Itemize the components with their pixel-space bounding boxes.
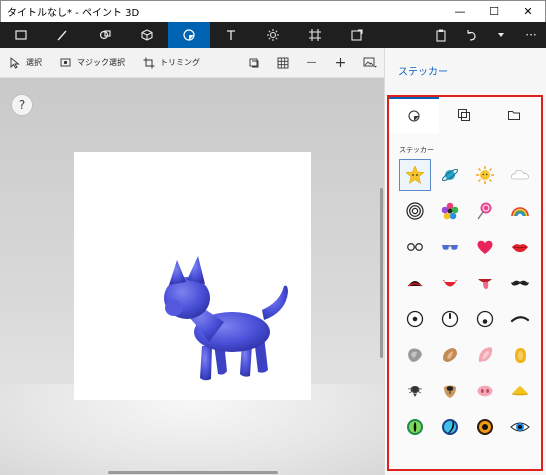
- crop-label: トリミング: [160, 58, 200, 67]
- canvas-icon[interactable]: [294, 22, 336, 48]
- eyebrow-sticker[interactable]: [504, 303, 536, 335]
- paste-icon[interactable]: [426, 22, 456, 48]
- panel-title: ステッカー: [398, 67, 448, 78]
- eye-look-down-sticker[interactable]: [469, 303, 501, 335]
- cloud-face-sticker[interactable]: [504, 159, 536, 191]
- more-button[interactable]: ···: [516, 22, 546, 48]
- text-icon[interactable]: [210, 22, 252, 48]
- magic-select-button[interactable]: マジック選択: [51, 48, 134, 78]
- grin-mouth-sticker[interactable]: [434, 267, 466, 299]
- stickers-tab-icon[interactable]: [389, 97, 439, 133]
- main-toolbar: ···: [0, 22, 546, 48]
- category-label: ステッカー: [399, 146, 434, 154]
- stickers-icon[interactable]: [168, 22, 210, 48]
- stickers-highlight-box: ステッカー: [387, 95, 543, 471]
- canvas-paper[interactable]: [74, 152, 311, 400]
- workspace[interactable]: ?: [0, 78, 384, 475]
- 3d-library-icon[interactable]: [336, 22, 378, 48]
- zoom-out-button[interactable]: —: [297, 48, 326, 78]
- 2d-shapes-icon[interactable]: [84, 22, 126, 48]
- brushes-icon[interactable]: [42, 22, 84, 48]
- magic-select-label: マジック選択: [77, 58, 125, 67]
- eye-look-up-sticker[interactable]: [434, 303, 466, 335]
- lollipop-sticker[interactable]: [469, 195, 501, 227]
- bee-nose-sticker[interactable]: [399, 375, 431, 407]
- dark-eye-sticker[interactable]: [504, 411, 536, 443]
- select-label: 選択: [26, 58, 42, 67]
- planet-sticker[interactable]: [434, 159, 466, 191]
- blue-cat-model[interactable]: [74, 152, 311, 400]
- crop-button[interactable]: トリミング: [134, 48, 209, 78]
- glasses-sticker[interactable]: [399, 231, 431, 263]
- select-button[interactable]: 選択: [0, 48, 51, 78]
- view-3d-icon[interactable]: [239, 48, 268, 78]
- green-cat-eye-sticker[interactable]: [399, 411, 431, 443]
- magic-select-icon: [60, 58, 71, 66]
- crop-icon: [143, 57, 155, 68]
- blue-cat-eye-sticker[interactable]: [434, 411, 466, 443]
- sub-toolbar: 選択 マジック選択 トリミング — +: [0, 48, 384, 78]
- close-button[interactable]: ✕: [511, 1, 545, 23]
- grid-icon[interactable]: [268, 48, 297, 78]
- dog-nose-sticker[interactable]: [434, 375, 466, 407]
- sticker-grid: [399, 159, 535, 443]
- eye-dot-sticker[interactable]: [399, 303, 431, 335]
- help-button[interactable]: ?: [11, 94, 33, 116]
- effects-icon[interactable]: [252, 22, 294, 48]
- menu-icon[interactable]: [0, 22, 42, 48]
- brown-ear-sticker[interactable]: [434, 339, 466, 371]
- pink-ear-sticker[interactable]: [469, 339, 501, 371]
- maximize-button[interactable]: ☐: [477, 1, 511, 23]
- horizontal-scrollbar[interactable]: [108, 471, 278, 474]
- star-face-sticker[interactable]: [399, 159, 431, 191]
- custom-sticker-folder-icon[interactable]: [489, 97, 539, 133]
- title-bar: タイトルなし* - ペイント 3D — ☐ ✕: [0, 0, 546, 22]
- yellow-beak-sticker[interactable]: [504, 375, 536, 407]
- rainbow-sticker[interactable]: [504, 195, 536, 227]
- undo-icon[interactable]: [456, 22, 486, 48]
- textures-tab-icon[interactable]: [439, 97, 489, 133]
- zoom-in-button[interactable]: +: [326, 48, 355, 78]
- image-icon[interactable]: [355, 48, 384, 78]
- pig-nose-sticker[interactable]: [469, 375, 501, 407]
- mustache-sticker[interactable]: [504, 267, 536, 299]
- 3d-shapes-icon[interactable]: [126, 22, 168, 48]
- vertical-scrollbar[interactable]: [380, 188, 383, 358]
- minimize-button[interactable]: —: [443, 1, 477, 23]
- cursor-icon: [10, 56, 20, 69]
- flower-sticker[interactable]: [434, 195, 466, 227]
- chevron-down-icon[interactable]: [486, 22, 516, 48]
- tongue-mouth-sticker[interactable]: [469, 267, 501, 299]
- orange-eye-sticker[interactable]: [469, 411, 501, 443]
- sticker-tabs: [389, 97, 541, 133]
- grey-ear-sticker[interactable]: [399, 339, 431, 371]
- window-title: タイトルなし* - ペイント 3D: [7, 8, 140, 19]
- spiral-sticker[interactable]: [399, 195, 431, 227]
- open-mouth-sticker[interactable]: [399, 267, 431, 299]
- lips-sticker[interactable]: [504, 231, 536, 263]
- sun-face-sticker[interactable]: [469, 159, 501, 191]
- heart-sticker[interactable]: [469, 231, 501, 263]
- yellow-ear-sticker[interactable]: [504, 339, 536, 371]
- sunglasses-sticker[interactable]: [434, 231, 466, 263]
- stickers-panel: ステッカー ステッカー: [384, 48, 546, 475]
